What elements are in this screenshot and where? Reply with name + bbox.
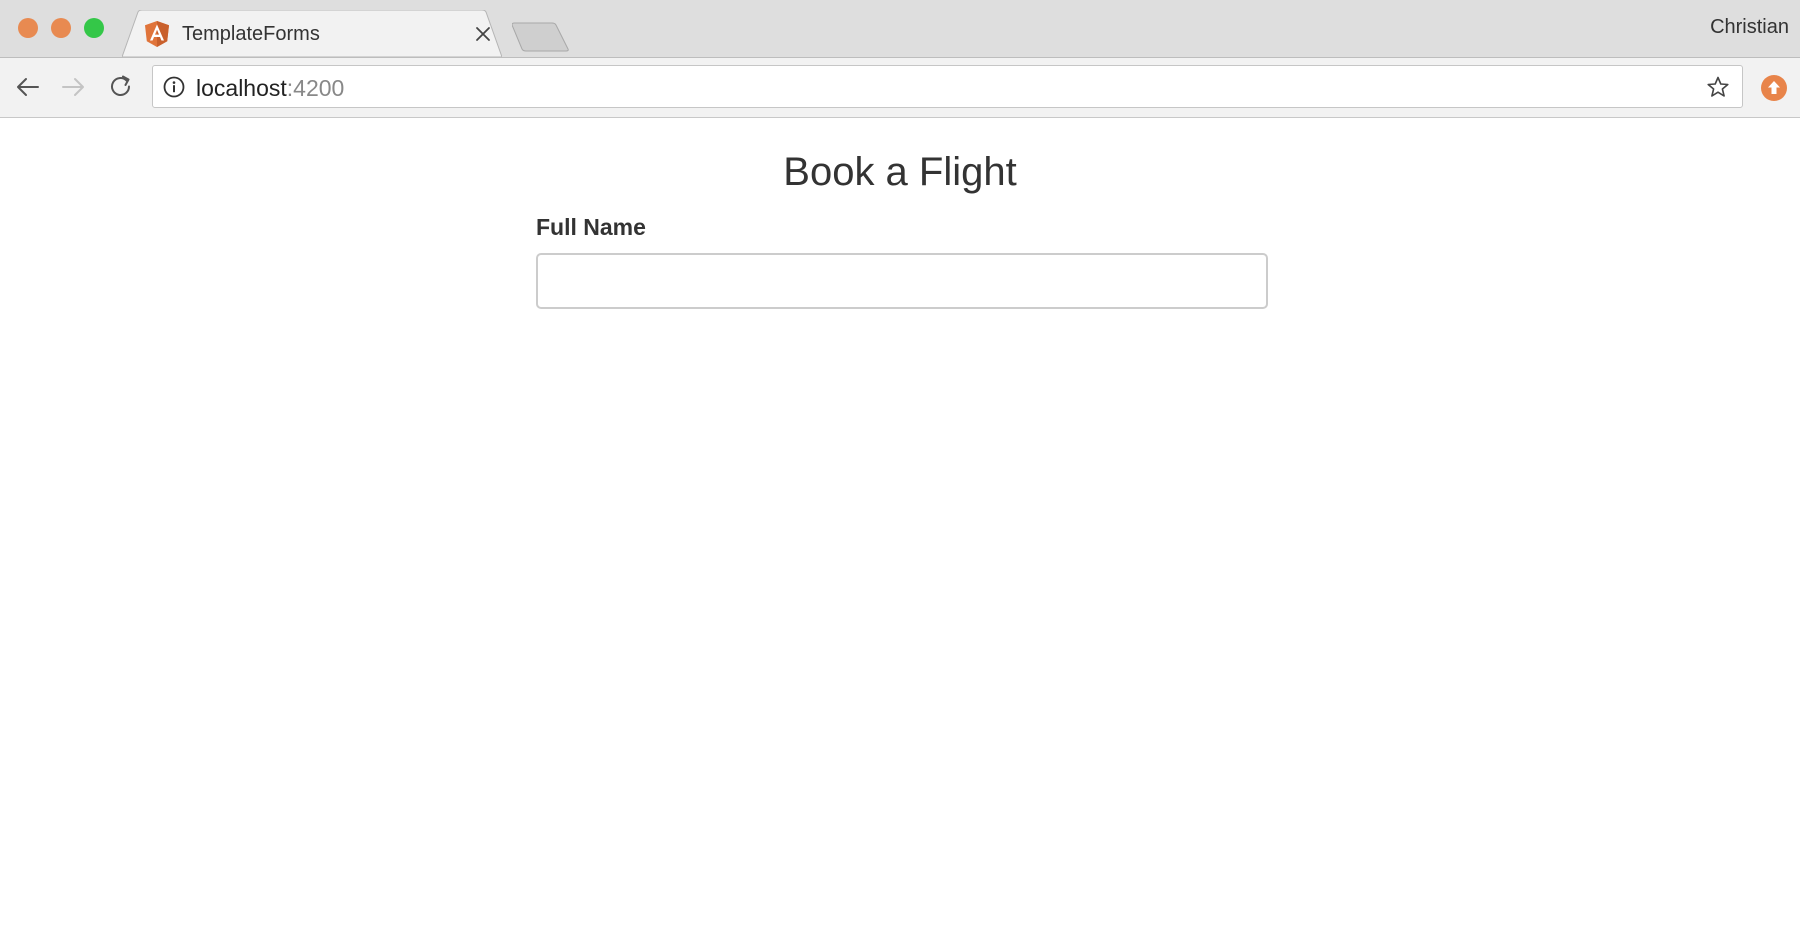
info-icon[interactable] (163, 76, 185, 98)
browser-window: TemplateForms Christian localhost:4200 B… (0, 0, 1800, 932)
window-maximize-button[interactable] (84, 18, 104, 38)
browser-toolbar: localhost:4200 (0, 57, 1800, 118)
full-name-input[interactable] (536, 253, 1268, 309)
bookmark-star-icon[interactable] (1706, 75, 1730, 99)
profile-name[interactable]: Christian (1710, 16, 1789, 39)
url-port: :4200 (286, 75, 345, 101)
forward-arrow-icon[interactable] (59, 72, 89, 102)
page-title: Book a Flight (783, 150, 1017, 194)
window-close-button[interactable] (18, 18, 38, 38)
page-content: Book a Flight Full Name (0, 118, 1800, 932)
url-host: localhost (196, 75, 287, 101)
window-minimize-button[interactable] (51, 18, 71, 38)
angular-logo-icon (145, 21, 169, 47)
tab-strip: TemplateForms Christian (0, 0, 1800, 57)
full-name-label: Full Name (536, 214, 646, 240)
url-text[interactable]: localhost:4200 (196, 75, 344, 102)
address-bar[interactable]: localhost:4200 (152, 65, 1743, 108)
back-arrow-icon[interactable] (12, 72, 42, 102)
close-tab-icon[interactable] (473, 24, 493, 44)
reload-icon[interactable] (106, 72, 136, 102)
extension-update-icon[interactable] (1761, 75, 1787, 101)
tab-title: TemplateForms (182, 23, 320, 45)
browser-tab-active[interactable]: TemplateForms (122, 10, 502, 57)
new-tab-button[interactable] (512, 22, 572, 52)
